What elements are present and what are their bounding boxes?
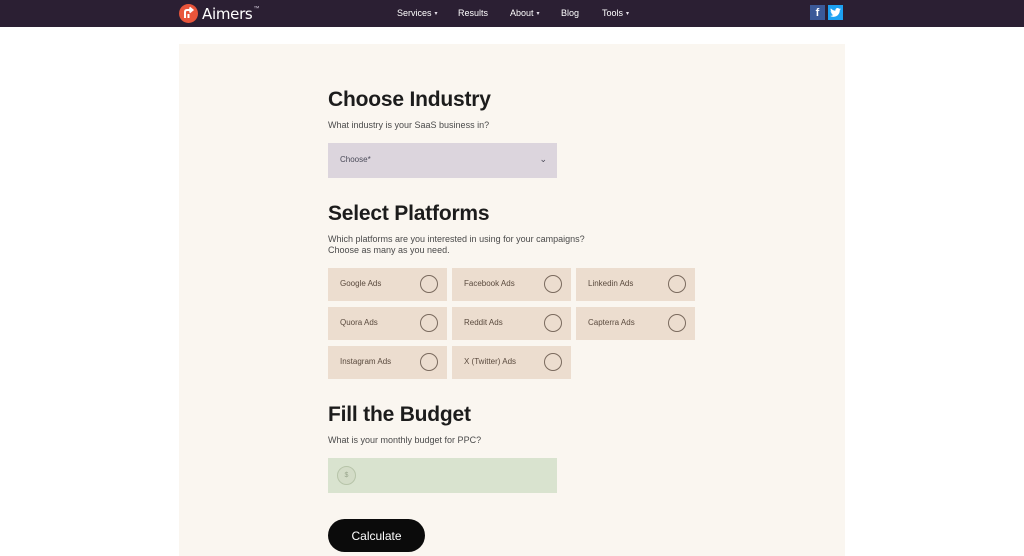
chevron-down-icon: ▾ [434, 11, 438, 17]
industry-select-value: Choose* [340, 155, 371, 164]
radio-circle-icon [420, 353, 438, 371]
platform-option-facebook-ads[interactable]: Facebook Ads [452, 268, 571, 301]
nav-services[interactable]: Services ▾ [397, 7, 438, 20]
platform-option-label: Capterra Ads [588, 318, 635, 327]
industry-select[interactable]: Choose* ⌄ [328, 143, 557, 178]
platform-option-label: Reddit Ads [464, 318, 503, 327]
nav-about-label: About [510, 8, 534, 18]
radio-circle-icon [544, 314, 562, 332]
nav-results[interactable]: Results [458, 7, 488, 20]
platform-option-capterra-ads[interactable]: Capterra Ads [576, 307, 695, 340]
platform-option-reddit-ads[interactable]: Reddit Ads [452, 307, 571, 340]
industry-question: What industry is your SaaS business in? [328, 120, 490, 130]
platform-option-label: Google Ads [340, 279, 382, 288]
radio-circle-icon [544, 275, 562, 293]
chevron-down-icon: ▾ [536, 11, 540, 17]
nav-blog[interactable]: Blog [561, 7, 579, 20]
radio-circle-icon [420, 275, 438, 293]
platforms-heading: Select Platforms [328, 202, 490, 225]
budget-input[interactable]: $ [328, 458, 557, 493]
nav-services-label: Services [397, 8, 432, 18]
nav-results-label: Results [458, 8, 489, 18]
twitter-icon[interactable] [828, 5, 843, 20]
platform-option-x-twitter-ads[interactable]: X (Twitter) Ads [452, 346, 571, 379]
nav-tools-label: Tools [602, 8, 624, 18]
platform-option-google-ads[interactable]: Google Ads [328, 268, 447, 301]
top-navbar: Aimers ™ Services ▾ Results About ▾ Blog T… [0, 0, 1024, 27]
facebook-glyph: f [815, 6, 820, 19]
calculate-button[interactable]: Calculate [328, 519, 425, 552]
chevron-down-icon: ⌄ [539, 154, 547, 164]
facebook-icon[interactable]: f [810, 5, 825, 20]
platform-option-label: Facebook Ads [464, 279, 515, 288]
radio-circle-icon [668, 314, 686, 332]
dollar-icon: $ [337, 466, 356, 485]
platform-option-label: Instagram Ads [340, 357, 392, 366]
industry-heading: Choose Industry [328, 88, 491, 111]
logo-trademark: ™ [253, 5, 260, 12]
aimers-logo[interactable]: Aimers ™ [179, 3, 259, 24]
nav-blog-label: Blog [561, 8, 580, 18]
nav-tools[interactable]: Tools ▾ [602, 7, 629, 20]
platform-option-label: Linkedin Ads [588, 279, 634, 288]
platform-option-instagram-ads[interactable]: Instagram Ads [328, 346, 447, 379]
nav-about[interactable]: About ▾ [510, 7, 540, 20]
platforms-hint: Choose as many as you need. [328, 245, 450, 255]
radio-circle-icon [420, 314, 438, 332]
platform-option-linkedin-ads[interactable]: Linkedin Ads [576, 268, 695, 301]
platform-option-label: X (Twitter) Ads [464, 357, 517, 366]
platform-option-quora-ads[interactable]: Quora Ads [328, 307, 447, 340]
radio-circle-icon [544, 353, 562, 371]
logo-text: Aimers [202, 4, 253, 23]
aimers-logo-icon [179, 4, 198, 23]
budget-question: What is your monthly budget for PPC? [328, 435, 482, 445]
platform-option-label: Quora Ads [340, 318, 378, 327]
radio-circle-icon [668, 275, 686, 293]
twitter-bird-icon [830, 8, 841, 17]
chevron-down-icon: ▾ [626, 11, 630, 17]
budget-heading: Fill the Budget [328, 403, 471, 426]
